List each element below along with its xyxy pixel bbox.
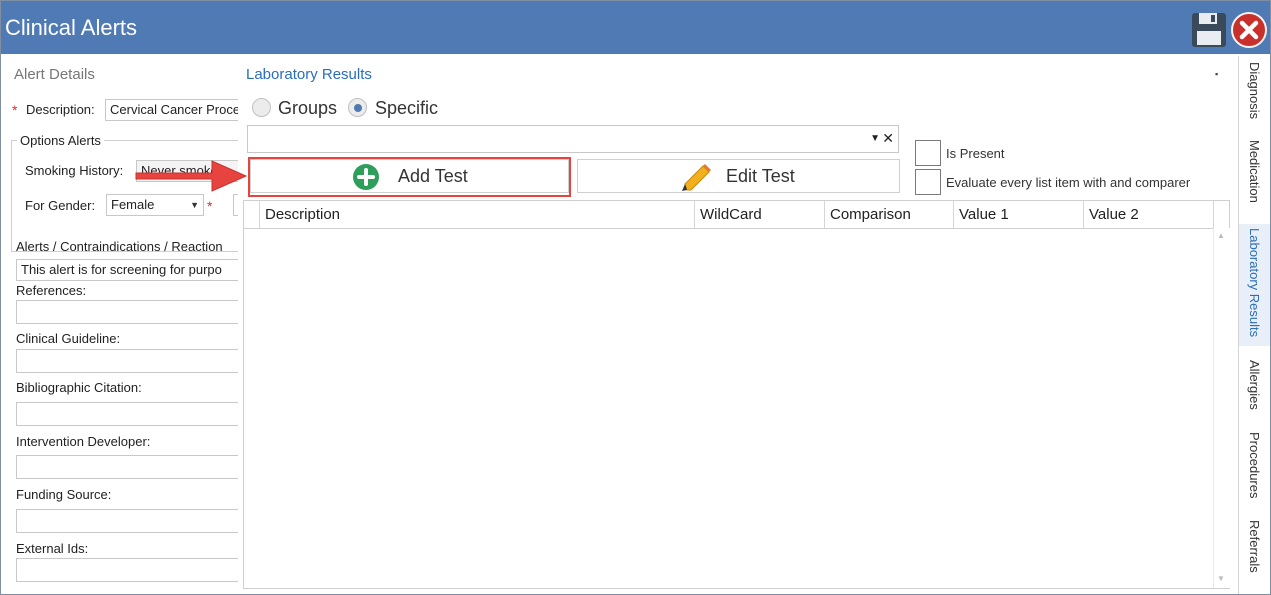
chevron-down-icon[interactable]: ▼ bbox=[870, 133, 880, 144]
window-title: Clinical Alerts bbox=[5, 15, 138, 40]
clinical-alerts-window: Clinical Alerts Alert Details * Descript… bbox=[0, 0, 1271, 595]
references-field[interactable] bbox=[16, 300, 238, 324]
test-select[interactable]: ▼ ✕ bbox=[247, 125, 899, 153]
references-label: References: bbox=[16, 283, 87, 298]
external-ids-label: External Ids: bbox=[16, 541, 89, 556]
clinical-guideline-label: Clinical Guideline: bbox=[16, 331, 121, 346]
tab-laboratory-results[interactable]: Laboratory Results bbox=[1239, 224, 1270, 346]
bibliographic-citation-field[interactable] bbox=[16, 402, 238, 426]
column-header-value1[interactable]: Value 1 bbox=[953, 201, 1083, 228]
clinical-guideline-field[interactable] bbox=[16, 349, 238, 373]
required-mark: * bbox=[12, 102, 18, 118]
pencil-icon bbox=[682, 164, 711, 191]
save-button[interactable] bbox=[1190, 11, 1228, 49]
gender-select[interactable]: Female ▼ bbox=[106, 194, 204, 216]
grid-vertical-scrollbar[interactable]: ▲ ▼ bbox=[1213, 228, 1230, 588]
tab-diagnosis[interactable]: Diagnosis bbox=[1239, 58, 1270, 134]
add-test-button[interactable]: Add Test bbox=[250, 159, 569, 193]
external-ids-field[interactable] bbox=[16, 558, 238, 582]
clear-icon[interactable]: ✕ bbox=[882, 130, 894, 147]
column-header-description[interactable]: Description bbox=[259, 201, 694, 228]
intervention-developer-field[interactable] bbox=[16, 455, 238, 479]
alert-details-panel: Alert Details * Description: Cervical Ca… bbox=[5, 56, 239, 588]
alerts-field[interactable]: This alert is for screening for purpo bbox=[16, 259, 238, 281]
add-test-label: Add Test bbox=[398, 166, 468, 186]
required-mark: * bbox=[207, 198, 213, 214]
groups-radio-label[interactable]: Groups bbox=[278, 98, 337, 119]
specific-radio-label[interactable]: Specific bbox=[375, 98, 438, 119]
callout-arrow-icon bbox=[135, 160, 248, 192]
grid-header: Description WildCard Comparison Value 1 … bbox=[244, 201, 1229, 229]
row-selector-column bbox=[244, 201, 259, 228]
bibliographic-citation-label: Bibliographic Citation: bbox=[16, 380, 142, 395]
close-icon bbox=[1231, 12, 1267, 48]
laboratory-results-title: Laboratory Results bbox=[246, 66, 372, 83]
plus-circle-icon bbox=[353, 164, 379, 190]
funding-source-field[interactable] bbox=[16, 509, 238, 533]
column-header-value2[interactable]: Value 2 bbox=[1083, 201, 1213, 228]
evaluate-every-label: Evaluate every list item with and compar… bbox=[946, 175, 1191, 190]
scroll-up-icon[interactable]: ▲ bbox=[1217, 231, 1225, 240]
funding-source-label: Funding Source: bbox=[16, 487, 112, 502]
is-present-label: Is Present bbox=[946, 146, 1005, 161]
section-tabs: Diagnosis Medication Laboratory Results … bbox=[1238, 56, 1270, 594]
alert-details-title: Alert Details bbox=[14, 66, 95, 83]
edit-test-label: Edit Test bbox=[726, 166, 795, 186]
tab-procedures[interactable]: Procedures bbox=[1239, 428, 1270, 510]
floppy-disk-icon bbox=[1192, 13, 1226, 47]
scroll-down-icon[interactable]: ▼ bbox=[1217, 574, 1225, 583]
specific-radio[interactable] bbox=[348, 98, 367, 117]
title-bar: Clinical Alerts bbox=[1, 1, 1270, 54]
tab-referrals[interactable]: Referrals bbox=[1239, 516, 1270, 586]
is-present-checkbox[interactable] bbox=[915, 140, 941, 166]
options-alerts-label: Options Alerts bbox=[17, 133, 104, 148]
column-header-comparison[interactable]: Comparison bbox=[824, 201, 953, 228]
evaluate-every-checkbox[interactable] bbox=[915, 169, 941, 195]
description-field[interactable]: Cervical Cancer Proce bbox=[105, 99, 238, 121]
laboratory-results-panel: Laboratory Results ▪ Groups Specific ▼ ✕… bbox=[238, 56, 1233, 590]
intervention-developer-label: Intervention Developer: bbox=[16, 434, 151, 449]
edit-test-button[interactable]: Edit Test bbox=[577, 159, 900, 193]
groups-radio[interactable] bbox=[252, 98, 271, 117]
gender-label: For Gender: bbox=[25, 198, 96, 213]
smoking-history-label: Smoking History: bbox=[25, 163, 124, 178]
gender-value: Female bbox=[111, 197, 155, 212]
pin-icon[interactable]: ▪ bbox=[1215, 69, 1218, 79]
close-button[interactable] bbox=[1230, 11, 1268, 49]
tab-allergies[interactable]: Allergies bbox=[1239, 356, 1270, 422]
description-label: Description: bbox=[26, 102, 95, 117]
results-grid: Description WildCard Comparison Value 1 … bbox=[243, 200, 1230, 589]
column-header-wildcard[interactable]: WildCard bbox=[694, 201, 824, 228]
alerts-label: Alerts / Contraindications / Reaction bbox=[16, 239, 223, 254]
tab-medication[interactable]: Medication bbox=[1239, 136, 1270, 222]
chevron-down-icon: ▼ bbox=[190, 200, 199, 210]
header-scroll-spacer bbox=[1213, 201, 1229, 228]
